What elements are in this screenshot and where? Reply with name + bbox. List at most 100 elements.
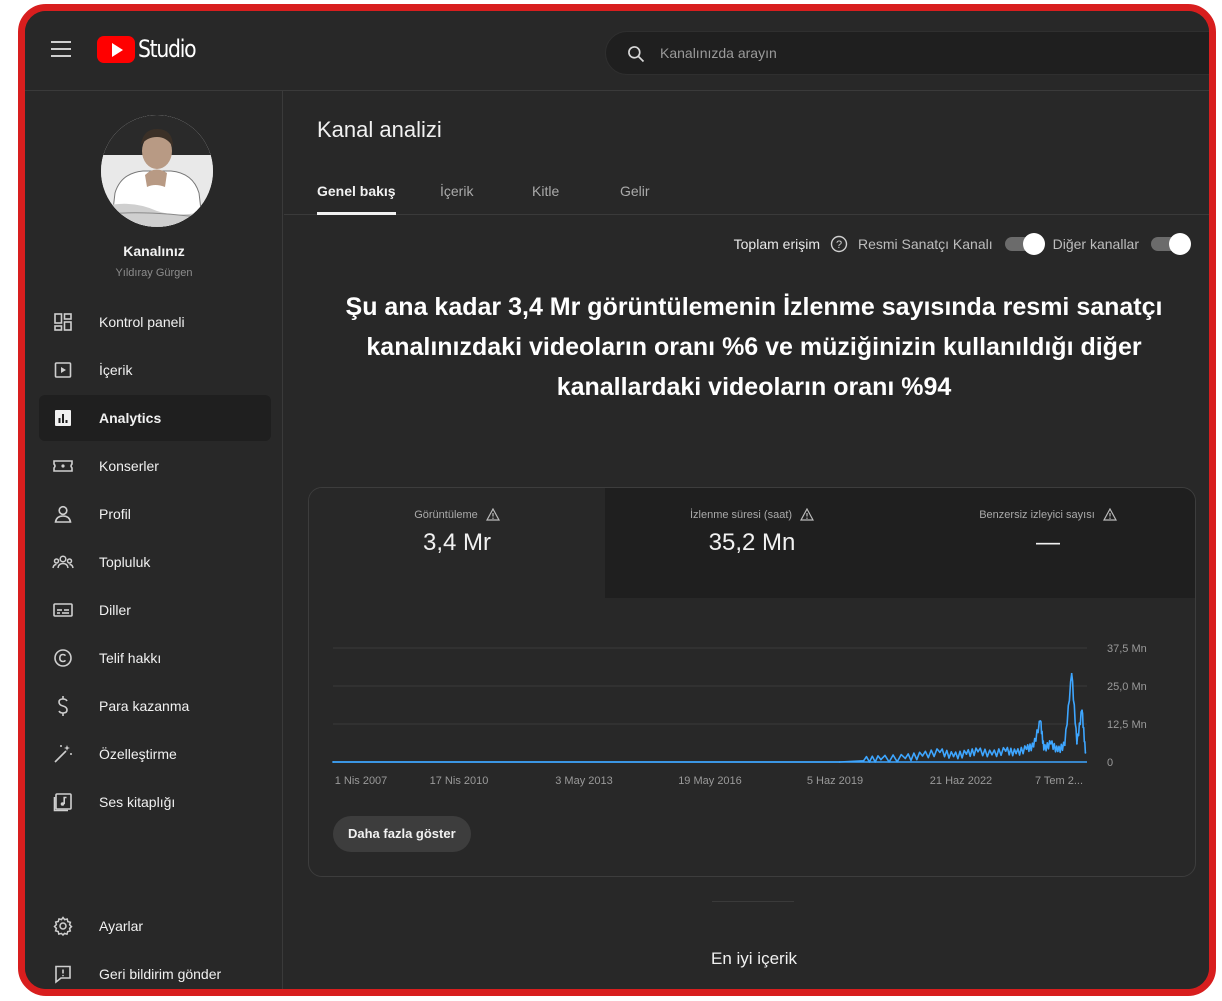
metric-views[interactable]: Görüntüleme 3,4 Mr bbox=[309, 488, 605, 598]
other-channels-toggle[interactable] bbox=[1151, 233, 1191, 255]
studio-window: Studio Kanalınız Yıldıray Gürgen Kontr bbox=[18, 4, 1216, 996]
sidebar-item-label: İçerik bbox=[99, 362, 133, 378]
channel-name: Kanalınız bbox=[123, 243, 185, 259]
data-point bbox=[1076, 742, 1078, 745]
sidebar-item-monetization[interactable]: Para kazanma bbox=[39, 683, 271, 729]
metric-label: Görüntüleme bbox=[414, 508, 478, 521]
data-point bbox=[332, 761, 334, 763]
gear-icon bbox=[51, 914, 75, 938]
studio-logo[interactable]: Studio bbox=[97, 35, 205, 63]
sidebar-item-label: Profil bbox=[99, 506, 131, 522]
data-point bbox=[1004, 750, 1007, 752]
data-point bbox=[1042, 748, 1045, 751]
sidebar-item-dashboard[interactable]: Kontrol paneli bbox=[39, 299, 271, 345]
x-tick-label: 19 May 2016 bbox=[678, 775, 742, 787]
avatar[interactable] bbox=[101, 115, 213, 227]
sidebar-item-community[interactable]: Topluluk bbox=[39, 539, 271, 585]
data-point bbox=[1015, 752, 1017, 755]
data-point bbox=[838, 761, 841, 763]
series-line bbox=[333, 673, 1087, 763]
top-bar: Studio bbox=[25, 11, 1209, 91]
page-title: Kanal analizi bbox=[317, 117, 442, 142]
menu-icon[interactable] bbox=[51, 41, 71, 57]
svg-text:?: ? bbox=[836, 239, 842, 251]
help-icon[interactable]: ? bbox=[830, 235, 848, 253]
community-icon bbox=[51, 550, 75, 574]
metric-value: — bbox=[1036, 529, 1060, 556]
main-content: Kanal analizi Genel bakış İçerik Kitle G… bbox=[284, 91, 1209, 989]
data-point bbox=[1039, 720, 1042, 722]
ticket-icon bbox=[51, 454, 75, 478]
sidebar-item-audio-library[interactable]: Ses kitaplığı bbox=[39, 779, 271, 825]
data-point bbox=[1081, 709, 1083, 712]
metric-watch-time[interactable]: İzlenme süresi (saat) 35,2 Mn bbox=[605, 488, 899, 598]
dollar-icon bbox=[51, 694, 75, 718]
magic-wand-icon bbox=[51, 742, 75, 766]
sidebar-item-analytics[interactable]: Analytics bbox=[39, 395, 271, 441]
reach-filters: Toplam erişim ? Resmi Sanatçı Kanalı Diğ… bbox=[734, 233, 1195, 255]
feedback-icon bbox=[51, 962, 75, 986]
y-tick-label: 37,5 Mn bbox=[1107, 643, 1147, 655]
copyright-icon bbox=[51, 646, 75, 670]
x-tick-label: 5 Haz 2019 bbox=[807, 775, 863, 787]
other-channels-label: Diğer kanallar bbox=[1052, 236, 1139, 252]
sidebar-item-concerts[interactable]: Konserler bbox=[39, 443, 271, 489]
warning-icon bbox=[800, 508, 815, 521]
official-artist-channel-toggle[interactable] bbox=[1004, 233, 1045, 255]
sidebar-item-label: Kontrol paneli bbox=[99, 314, 185, 330]
metric-value: 3,4 Mr bbox=[422, 529, 491, 556]
sidebar-item-label: Geri bildirim gönder bbox=[99, 966, 222, 982]
sidebar-item-copyright[interactable]: Telif hakkı bbox=[39, 635, 271, 681]
data-point bbox=[1032, 745, 1035, 748]
dashboard-icon bbox=[51, 310, 75, 334]
analytics-icon bbox=[51, 406, 75, 430]
sidebar-item-label: Analytics bbox=[99, 410, 162, 426]
top-content-title: En iyi içerik bbox=[711, 949, 797, 968]
sidebar-item-label: Diller bbox=[99, 602, 131, 618]
search-input[interactable] bbox=[660, 38, 1160, 68]
audio-library-icon bbox=[51, 790, 75, 814]
data-point bbox=[921, 755, 924, 757]
sidebar-item-settings[interactable]: Ayarlar bbox=[39, 903, 271, 949]
search-icon[interactable] bbox=[626, 44, 646, 64]
sidebar-item-profile[interactable]: Profil bbox=[39, 491, 271, 537]
sidebar-item-label: Ayarlar bbox=[99, 918, 144, 934]
data-point bbox=[1025, 748, 1028, 751]
content-icon bbox=[51, 358, 75, 382]
sidebar-item-label: Topluluk bbox=[99, 554, 151, 570]
y-tick-label: 25,0 Mn bbox=[1107, 681, 1147, 693]
show-more-button[interactable]: Daha fazla göster bbox=[333, 816, 471, 852]
search-bar[interactable] bbox=[605, 31, 1209, 75]
sidebar-item-label: Konserler bbox=[99, 458, 159, 474]
data-point bbox=[991, 753, 993, 756]
x-tick-label: 1 Nis 2007 bbox=[335, 775, 388, 787]
metrics-card: Görüntüleme 3,4 Mr İzlenme süresi (saat)… bbox=[308, 487, 1196, 877]
data-point bbox=[880, 758, 882, 761]
sidebar-item-content[interactable]: İçerik bbox=[39, 347, 271, 393]
metric-value: 35,2 Mn bbox=[708, 529, 796, 556]
reach-summary-headline: Şu ana kadar 3,4 Mr görüntülemenin İzlen… bbox=[345, 293, 1163, 401]
data-point bbox=[1056, 750, 1059, 753]
x-tick-label: 21 Haz 2022 bbox=[930, 775, 992, 787]
metric-unique-viewers[interactable]: Benzersiz izleyici sayısı — bbox=[899, 488, 1195, 598]
sidebar-item-languages[interactable]: Diller bbox=[39, 587, 271, 633]
data-point bbox=[1084, 752, 1087, 754]
warning-icon bbox=[485, 508, 500, 521]
sidebar-item-customization[interactable]: Özelleştirme bbox=[39, 731, 271, 777]
y-tick-label: 12,5 Mn bbox=[1107, 719, 1147, 731]
data-point bbox=[1063, 744, 1066, 747]
tab-revenue[interactable]: Gelir bbox=[620, 183, 650, 215]
sidebar-item-label: Ses kitaplığı bbox=[99, 794, 176, 810]
official-artist-channel-label: Resmi Sanatçı Kanalı bbox=[858, 236, 993, 252]
data-point bbox=[1070, 672, 1073, 675]
x-tick-label: 3 May 2013 bbox=[555, 775, 612, 787]
tab-overview[interactable]: Genel bakış bbox=[317, 183, 396, 215]
data-point bbox=[904, 757, 907, 760]
youtube-play-icon bbox=[97, 35, 135, 63]
tab-audience[interactable]: Kitle bbox=[532, 183, 559, 215]
tab-content[interactable]: İçerik bbox=[440, 183, 473, 215]
sidebar: Kanalınız Yıldıray Gürgen Kontrol paneli… bbox=[25, 91, 283, 989]
sidebar-item-feedback[interactable]: Geri bildirim gönder bbox=[39, 951, 271, 989]
subtitles-icon bbox=[51, 598, 75, 622]
data-point bbox=[862, 759, 865, 762]
